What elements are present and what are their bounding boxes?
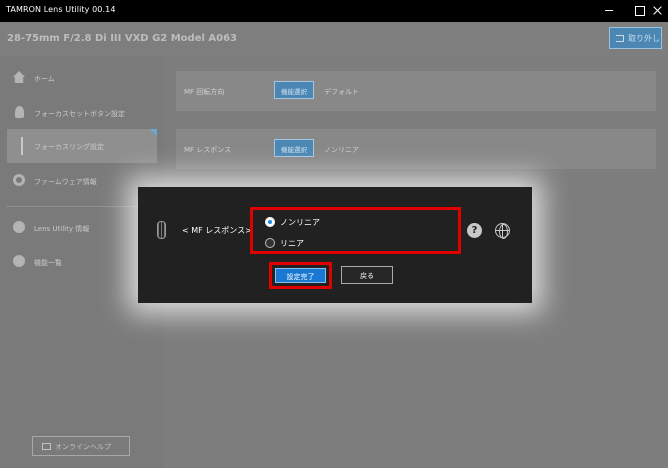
home-icon [13,71,25,83]
function-select-button[interactable]: 機能選択 [274,81,314,99]
minimize-button[interactable] [595,0,623,22]
window-title: TAMRON Lens Utility 00.14 [6,5,116,14]
sidebar-item-focus-set[interactable]: フォーカスセットボタン設定 [0,96,164,130]
sidebar-item-label: ホーム [34,75,55,83]
sidebar-item-label: 機能一覧 [34,259,62,267]
active-marker [150,129,157,136]
response-options-group: ノンリニア リニア [250,207,461,254]
option-linear[interactable]: リニア [265,237,385,251]
function-select-button[interactable]: 機能選択 [274,139,314,157]
dialog-label: < MF レスポンス> [182,226,252,235]
back-button[interactable]: 戻る [341,266,393,284]
sidebar-item-label: フォーカスリング設定 [34,143,104,151]
help-icon[interactable]: ? [467,223,482,238]
setting-value: デフォルト [324,88,359,96]
detach-icon [616,35,624,42]
sidebar-divider [6,206,156,207]
close-button[interactable] [645,0,668,22]
setting-row-mf-response: MF レスポンス 機能選択 ノンリニア [176,129,656,169]
focus-ring-icon [157,221,166,239]
detach-button-label: 取り外し [628,34,660,43]
option-label: ノンリニア [280,218,320,227]
sidebar-item-label: フォーカスセットボタン設定 [34,110,125,118]
setting-name: MF レスポンス [184,146,232,154]
lens-name: 28-75mm F/2.8 Di III VXD G2 Model A063 [7,33,237,44]
sidebar-item-home[interactable]: ホーム [0,61,164,95]
function-list-icon [13,255,25,267]
radio-button-selected[interactable] [265,217,275,227]
focus-ring-icon [21,137,23,155]
option-label: リニア [280,239,304,248]
confirm-highlight: 設定完了 [269,262,332,289]
lens-header: 28-75mm F/2.8 Di III VXD G2 Model A063 [0,22,668,56]
sidebar-item-label: Lens Utility 情報 [34,225,90,233]
setting-row-mf-rotation: MF 回転方向 機能選択 デフォルト [176,71,656,111]
online-help-label: オンラインヘルプ [55,443,111,451]
focus-set-icon [15,106,24,118]
detach-button[interactable]: 取り外し [609,27,662,49]
mf-response-dialog: < MF レスポンス> ノンリニア リニア ? 設定完了 戻る [138,187,532,303]
setting-value: ノンリニア [324,146,359,154]
firmware-icon [13,174,25,186]
online-help-button[interactable]: オンラインヘルプ [32,436,130,456]
setting-name: MF 回転方向 [184,88,225,96]
sidebar-item-label: ファームウェア情報 [34,178,97,186]
option-nonlinear[interactable]: ノンリニア [265,216,385,230]
radio-button[interactable] [265,238,275,248]
confirm-settings-button[interactable]: 設定完了 [275,268,326,283]
help-window-icon [42,443,51,450]
sidebar-item-focus-ring[interactable]: フォーカスリング設定 [7,129,157,163]
info-icon [13,221,25,233]
title-bar: TAMRON Lens Utility 00.14 [0,0,668,22]
globe-icon[interactable] [495,223,510,239]
